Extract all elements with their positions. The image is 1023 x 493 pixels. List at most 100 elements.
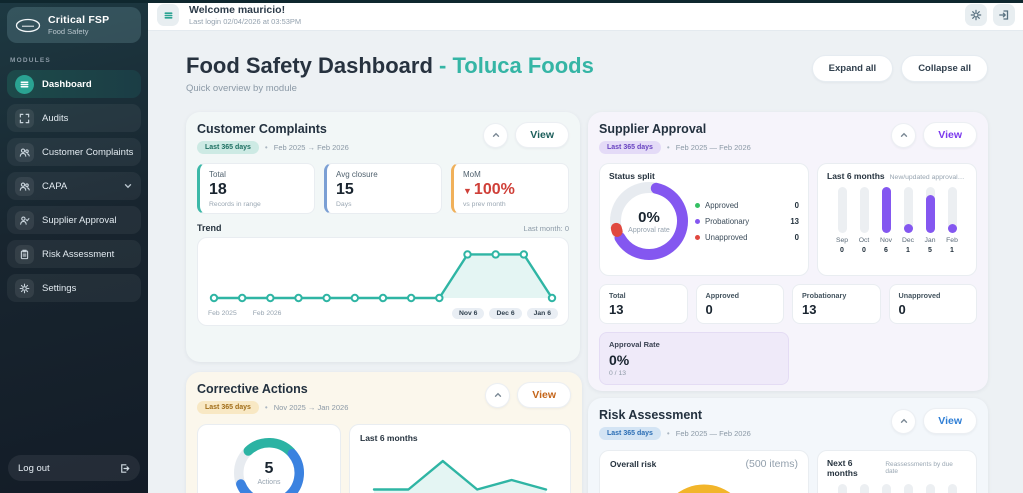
settings-button[interactable] [965,4,987,26]
stat-unapproved: Unapproved 0 [888,284,977,324]
bar [941,484,963,493]
legend-item-approved: Approved 0 [695,201,799,210]
bar: Feb 1 [941,187,963,254]
sidebar-item-capa[interactable]: CAPA [7,172,141,200]
panel-subtitle: New/updated approvals by created d… [889,174,967,181]
bar: Oct 0 [853,187,875,254]
card-title: Corrective Actions [197,382,308,396]
topbar: Welcome mauricio! Last login 02/04/2026 … [148,0,1023,31]
view-button[interactable]: View [923,122,977,148]
dot-separator: • [264,143,268,152]
legend-item-unapproved: Unapproved 0 [695,233,799,242]
app-logo: Critical FSP Food Safety [7,7,141,43]
logout-button[interactable]: Log out [8,455,140,481]
down-arrow-icon: ▼ [463,186,472,196]
date-range: Feb 2025 — Feb 2026 [675,143,751,152]
view-button[interactable]: View [517,382,571,408]
legend-value: 13 [790,216,799,226]
signout-button[interactable] [993,4,1015,26]
sidebar-toggle-button[interactable] [157,4,179,26]
actions-split-panel: 5 Actions [197,424,341,493]
legend-value: 0 [794,200,799,210]
chevron-up-icon [494,392,501,397]
brand-oval-icon [15,18,41,32]
bar: Nov 6 [875,187,897,254]
stat-label: Total [609,291,626,300]
hamburger-icon [164,11,172,19]
bar: Jan 5 [919,187,941,254]
items-count: (500 items) [745,458,798,470]
collapse-all-button[interactable]: Collapse all [901,55,988,82]
card-title: Risk Assessment [599,408,703,422]
expand-icon [15,108,34,128]
gear-icon [15,278,34,298]
risk-gauge-chart [677,484,731,493]
stat-caption: 0 / 13 [609,370,627,377]
trend-line-chart [209,250,557,303]
status-split-panel: Status split 0% Approval rate Approved 0… [599,163,809,276]
chevron-up-icon [492,132,499,137]
last-login-text: Last login 02/04/2026 at 03:53PM [189,17,302,26]
donut-center-caption: Actions [257,479,281,486]
sidebar-item-settings[interactable]: Settings [7,274,141,302]
page-title-accent: - Toluca Foods [439,53,594,78]
range-badge: Last 365 days [599,141,661,154]
logout-label: Log out [18,462,50,474]
legend-label: Unapproved [705,232,748,242]
legend-label: Probationary [705,216,750,226]
trend-label: Trend [197,223,222,233]
collapse-card-button[interactable] [891,408,917,434]
page-title-main: Food Safety Dashboard [186,53,433,78]
dot-separator: • [666,429,670,438]
corrective-actions-card: Corrective Actions Last 365 days • Nov 2… [186,372,582,493]
bar: Dec 1 [897,187,919,254]
bar: Sep 0 [831,187,853,254]
stat-value: 13 [609,302,624,317]
panel-title: Last 6 months [360,433,418,443]
stat-label: Approval Rate [609,340,660,349]
donut-center-caption: Approval rate [628,226,670,234]
stat-value: 15 [336,181,354,198]
stat-label: Approved [705,291,740,300]
range-badge: Last 365 days [197,141,259,154]
bar [853,484,875,493]
data-point-pill: Dec 6 [489,308,522,319]
supplier-approval-card: Supplier Approval Last 365 days • Feb 20… [588,112,988,391]
approval-rate-panel: Approval Rate 0% 0 / 13 [599,332,789,385]
sidebar-item-label: Dashboard [42,78,92,90]
panel-subtitle: Reassessments by due date [885,461,953,475]
chevron-down-icon [123,181,133,191]
collapse-card-button[interactable] [891,122,917,148]
view-button[interactable]: View [515,122,569,148]
view-button[interactable]: View [923,408,977,434]
bar [919,484,941,493]
reassessments-panel: Next 6 months Reassessments by due date [817,450,977,493]
menu-icon [15,74,34,94]
donut-center-value: 5 [264,460,274,477]
panel-title: Next 6 months [827,458,858,478]
sidebar-item-customer-complaints[interactable]: Customer Complaints [7,138,141,166]
sidebar-item-audits[interactable]: Audits [7,104,141,132]
window-top-edge [0,0,1023,3]
sidebar-item-dashboard[interactable]: Dashboard [7,70,141,98]
stat-value: ▼ 100% [463,181,515,198]
stat-approved: Approved 0 [695,284,784,324]
sidebar-item-label: Audits [42,112,69,124]
clipboard-icon [15,244,34,264]
legend-item-probationary: Probationary 13 [695,217,799,226]
collapse-card-button[interactable] [485,382,511,408]
stat-total: Total 18 Records in range [197,163,315,214]
sidebar-item-risk-assessment[interactable]: Risk Assessment [7,240,141,268]
page-subtitle: Quick overview by module [186,83,297,94]
modules-section-label: MODULES [10,57,51,64]
range-badge: Last 365 days [599,427,661,440]
sidebar-item-supplier-approval[interactable]: Supplier Approval [7,206,141,234]
expand-all-button[interactable]: Expand all [811,55,894,82]
panel-title: Status split [609,171,655,181]
signout-icon [999,10,1009,20]
people-icon [15,142,34,162]
bar [831,484,853,493]
card-title: Supplier Approval [599,122,707,136]
collapse-card-button[interactable] [483,122,509,148]
signout-icon [121,463,130,473]
